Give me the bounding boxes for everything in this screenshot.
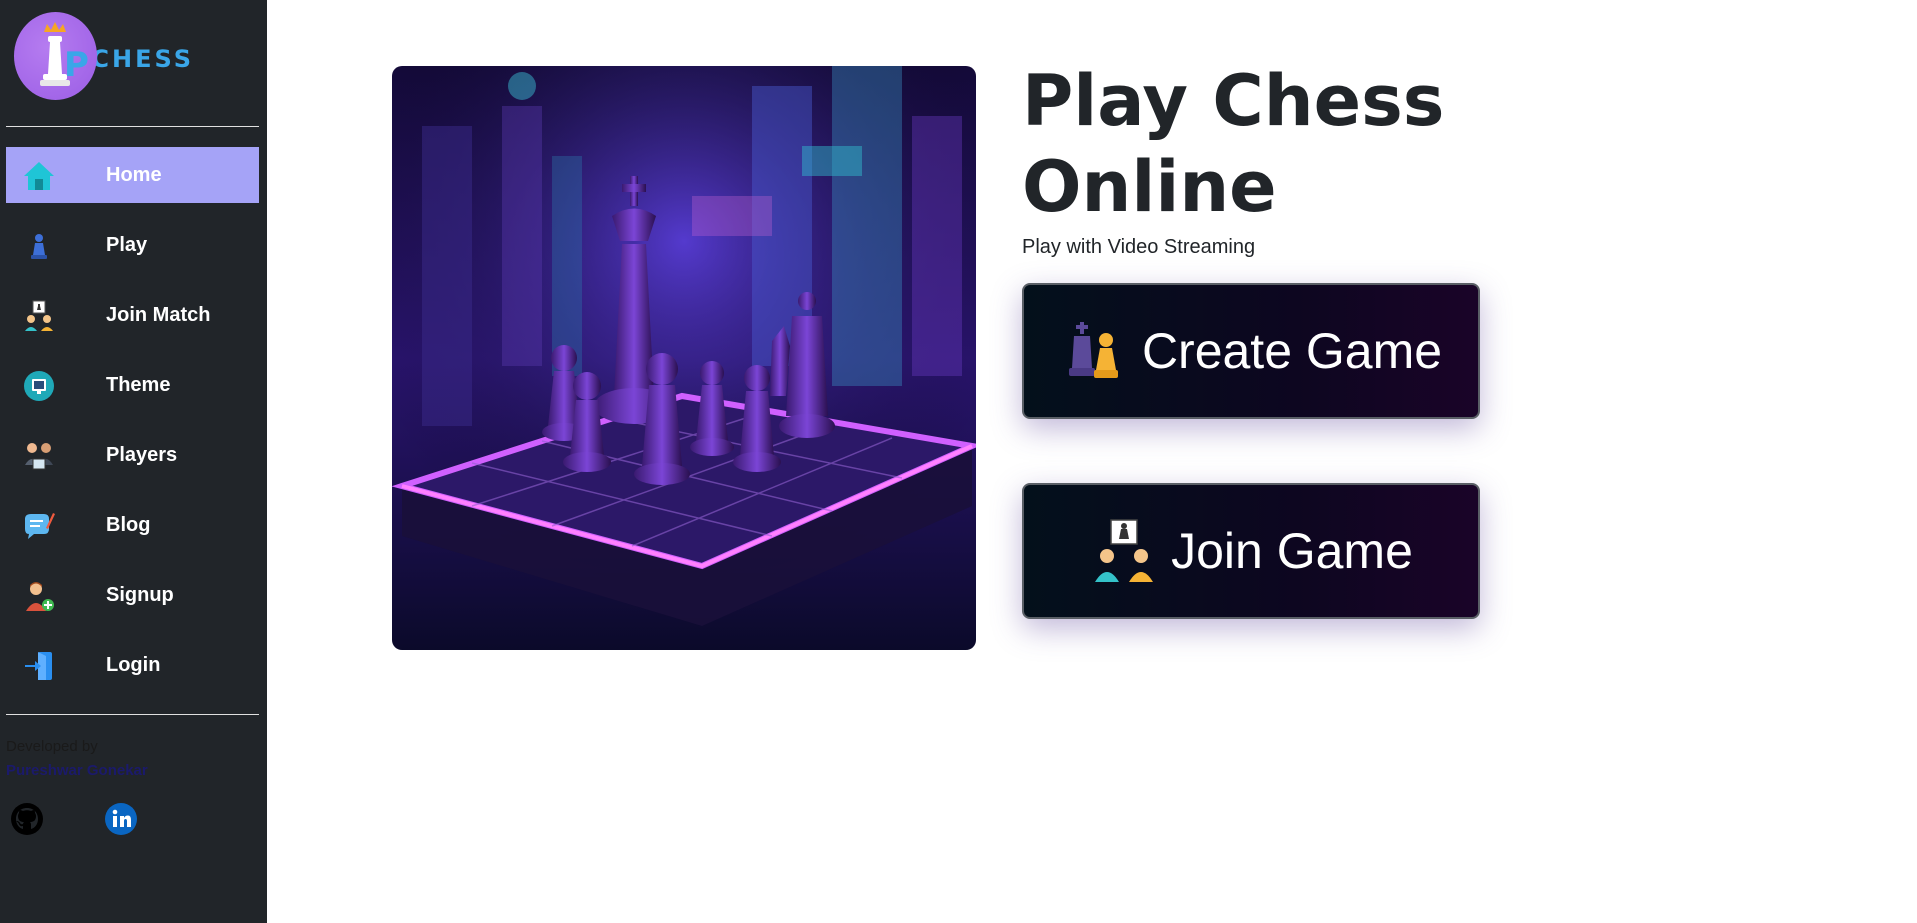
sidebar-item-join-match[interactable]: Join Match xyxy=(6,287,259,343)
page-title: Play Chess Online xyxy=(1022,60,1445,228)
github-icon[interactable] xyxy=(10,802,44,836)
developed-by-label: Developed by xyxy=(6,738,98,755)
sidebar-nav: Home Play Join Match Theme Players Blog … xyxy=(6,147,259,707)
create-game-label: Create Game xyxy=(1141,323,1443,379)
chess-pawn-icon xyxy=(31,234,47,259)
sidebar-item-theme[interactable]: Theme xyxy=(6,357,259,413)
sidebar-item-play[interactable]: Play xyxy=(6,217,259,273)
svg-text:P: P xyxy=(64,45,89,85)
sidebar-item-label: Join Match xyxy=(106,303,211,326)
blog-icon xyxy=(25,513,55,539)
sidebar-item-label: Blog xyxy=(106,513,151,536)
sidebar-item-label: Signup xyxy=(106,583,174,606)
join-match-icon xyxy=(25,300,53,331)
brand-name: CHESS xyxy=(91,45,194,73)
sidebar-item-label: Theme xyxy=(106,373,171,396)
logo-icon: P xyxy=(14,12,98,100)
home-icon xyxy=(24,162,54,190)
sidebar-divider-bottom xyxy=(6,714,259,715)
linkedin-icon[interactable] xyxy=(104,802,138,836)
sidebar-item-players[interactable]: Players xyxy=(6,427,259,483)
app-root: P CHESS Home Play Join Match Theme Playe… xyxy=(0,0,1917,923)
login-icon xyxy=(25,652,52,680)
join-game-button[interactable]: Join Game xyxy=(1022,483,1480,619)
sidebar-item-signup[interactable]: Signup xyxy=(6,567,259,623)
sidebar-divider-top xyxy=(6,126,259,127)
sidebar-item-label: Home xyxy=(106,163,162,186)
sidebar: P CHESS Home Play Join Match Theme Playe… xyxy=(0,0,267,923)
hero-chess-image xyxy=(392,66,976,650)
sidebar-item-label: Players xyxy=(106,443,178,466)
page-subtitle: Play with Video Streaming xyxy=(1022,236,1256,258)
developer-name: Pureshwar Gonekar xyxy=(6,762,148,779)
create-game-button[interactable]: Create Game xyxy=(1022,283,1480,419)
sidebar-item-login[interactable]: Login xyxy=(6,637,259,693)
sidebar-item-label: Play xyxy=(106,233,148,256)
sidebar-item-blog[interactable]: Blog xyxy=(6,497,259,553)
brand-logo[interactable]: P CHESS xyxy=(14,10,194,102)
join-game-label: Join Game xyxy=(1171,523,1413,579)
players-icon xyxy=(25,443,53,470)
theme-icon xyxy=(24,371,54,401)
chess-pieces-icon xyxy=(1068,322,1118,378)
sidebar-item-home[interactable]: Home xyxy=(6,147,259,203)
sidebar-item-label: Login xyxy=(106,653,161,676)
signup-icon xyxy=(26,582,54,611)
join-game-icon xyxy=(1095,519,1154,582)
